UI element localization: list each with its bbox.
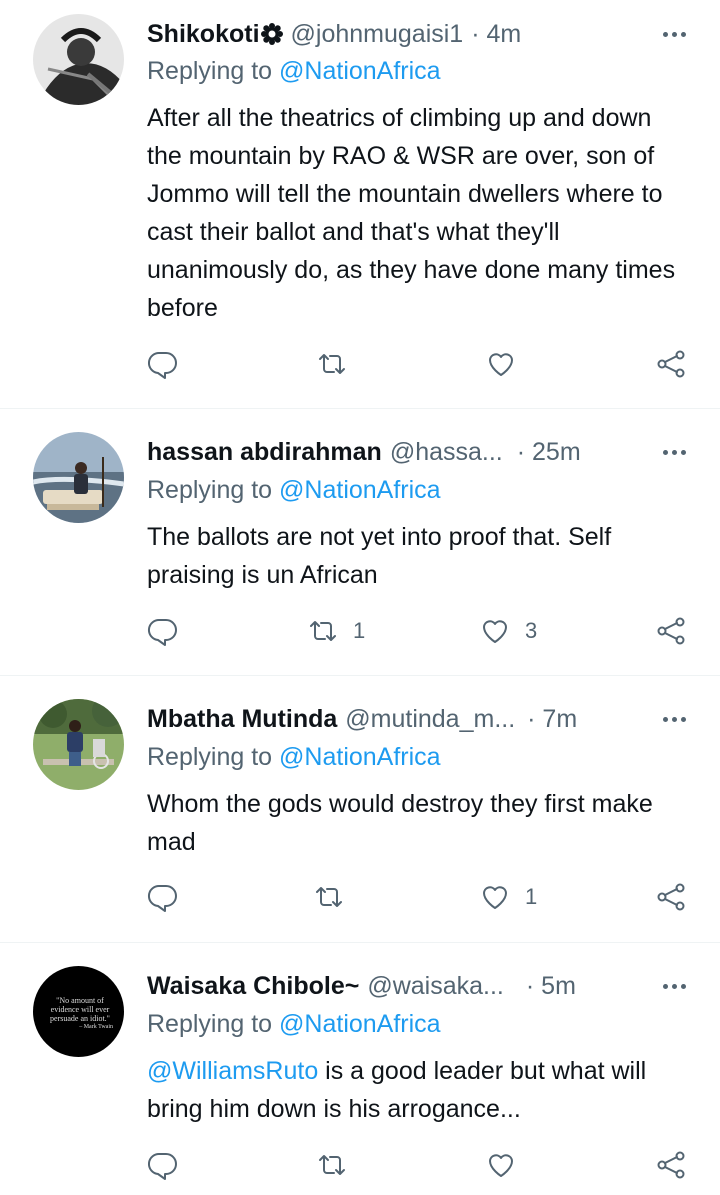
mention-link[interactable]: @WilliamsRuto (147, 1057, 318, 1085)
retweet-button[interactable] (313, 881, 345, 913)
replying-to: Replying to @NationAfrica (147, 1010, 441, 1039)
avatar[interactable] (33, 432, 124, 523)
display-name[interactable]: hassan abdirahman (147, 438, 382, 467)
badge-icon (260, 23, 283, 45)
tweet-header: Waisaka Chibole~ @waisaka... · 5m (147, 969, 720, 1003)
retweet-icon (319, 354, 345, 374)
retweet-button[interactable] (316, 348, 348, 380)
tweet[interactable]: hassan abdirahman @hassa... · 25m Replyi… (0, 409, 720, 676)
retweet-button[interactable] (316, 1149, 348, 1181)
share-button[interactable] (655, 1149, 687, 1181)
share-icon (657, 350, 685, 378)
timestamp[interactable]: · 5m (526, 972, 576, 1001)
heart-icon (483, 620, 507, 643)
tweet-actions: 1 3 (147, 615, 690, 655)
replying-to: Replying to @NationAfrica (147, 476, 441, 505)
tweet[interactable]: "No amount of evidence will ever persuad… (0, 943, 720, 1195)
tweet[interactable]: Shikokoti @johnmugaisi1 · 4m Replying to… (0, 0, 720, 409)
retweet-icon (319, 1155, 345, 1175)
more-options-icon[interactable] (663, 702, 686, 736)
reply-button[interactable] (147, 615, 179, 647)
user-handle[interactable]: @johnmugaisi1 (291, 20, 464, 49)
more-options-icon[interactable] (663, 435, 686, 469)
reply-button[interactable] (147, 881, 179, 913)
reply-icon (148, 618, 177, 646)
reply-button[interactable] (147, 348, 179, 380)
like-button[interactable]: 3 (479, 615, 537, 647)
heart-icon (489, 353, 513, 376)
reply-icon (148, 351, 177, 379)
display-name[interactable]: Shikokoti (147, 20, 260, 49)
retweet-count: 1 (353, 618, 366, 643)
replying-to-label: Replying to (147, 743, 273, 771)
user-handle[interactable]: @hassa... (390, 438, 503, 467)
replying-to-link[interactable]: @NationAfrica (279, 476, 441, 504)
retweet-button[interactable]: 1 (307, 615, 365, 647)
replying-to-link[interactable]: @NationAfrica (279, 1010, 441, 1038)
reply-icon (148, 884, 177, 912)
timestamp[interactable]: · 7m (527, 705, 577, 734)
tweet-text: After all the theatrics of climbing up a… (147, 104, 676, 322)
tweet-header: Shikokoti @johnmugaisi1 · 4m (147, 17, 720, 51)
avatar[interactable] (33, 699, 124, 790)
tweet-header: hassan abdirahman @hassa... · 25m (147, 435, 720, 469)
share-icon (657, 617, 685, 645)
share-button[interactable] (655, 615, 687, 647)
tweet-actions (147, 348, 690, 388)
tweet[interactable]: Mbatha Mutinda @mutinda_m... · 7m Replyi… (0, 676, 720, 943)
display-name[interactable]: Mbatha Mutinda (147, 705, 337, 734)
replying-to: Replying to @NationAfrica (147, 57, 441, 86)
timestamp[interactable]: · 4m (471, 20, 521, 49)
avatar-attribution: – Mark Twain (79, 1024, 113, 1030)
share-button[interactable] (655, 348, 687, 380)
tweet-text: Whom the gods would destroy they first m… (147, 790, 653, 856)
like-button[interactable] (485, 1149, 517, 1181)
heart-icon (483, 886, 507, 909)
avatar-quote: "No amount of evidence will ever persuad… (50, 996, 110, 1023)
like-button[interactable] (485, 348, 517, 380)
like-count: 1 (525, 884, 538, 909)
share-icon (657, 883, 685, 911)
share-button[interactable] (655, 881, 687, 913)
more-options-icon[interactable] (663, 17, 686, 51)
replying-to-label: Replying to (147, 476, 273, 504)
like-count: 3 (525, 618, 538, 643)
like-button[interactable]: 1 (479, 881, 537, 913)
replying-to-label: Replying to (147, 57, 273, 85)
replying-to: Replying to @NationAfrica (147, 743, 441, 772)
user-handle[interactable]: @mutinda_m... (345, 705, 515, 734)
more-options-icon[interactable] (663, 969, 686, 1003)
tweet-actions: 1 (147, 881, 690, 921)
share-icon (657, 1151, 685, 1179)
tweet-actions (147, 1149, 690, 1189)
replying-to-link[interactable]: @NationAfrica (279, 743, 441, 771)
reply-icon (148, 1152, 177, 1180)
replying-to-link[interactable]: @NationAfrica (279, 57, 441, 85)
tweet-text: The ballots are not yet into proof that.… (147, 523, 612, 589)
timestamp[interactable]: · 25m (517, 438, 581, 467)
avatar[interactable] (33, 14, 124, 105)
tweet-text: @WilliamsRuto is a good leader but what … (147, 1052, 680, 1128)
user-handle[interactable]: @waisaka... (367, 972, 504, 1001)
avatar[interactable]: "No amount of evidence will ever persuad… (33, 966, 124, 1057)
retweet-icon (310, 621, 336, 641)
display-name[interactable]: Waisaka Chibole~ (147, 972, 359, 1001)
replying-to-label: Replying to (147, 1010, 273, 1038)
heart-icon (489, 1154, 513, 1177)
reply-button[interactable] (147, 1149, 179, 1181)
tweet-header: Mbatha Mutinda @mutinda_m... · 7m (147, 702, 720, 736)
retweet-icon (316, 887, 342, 907)
